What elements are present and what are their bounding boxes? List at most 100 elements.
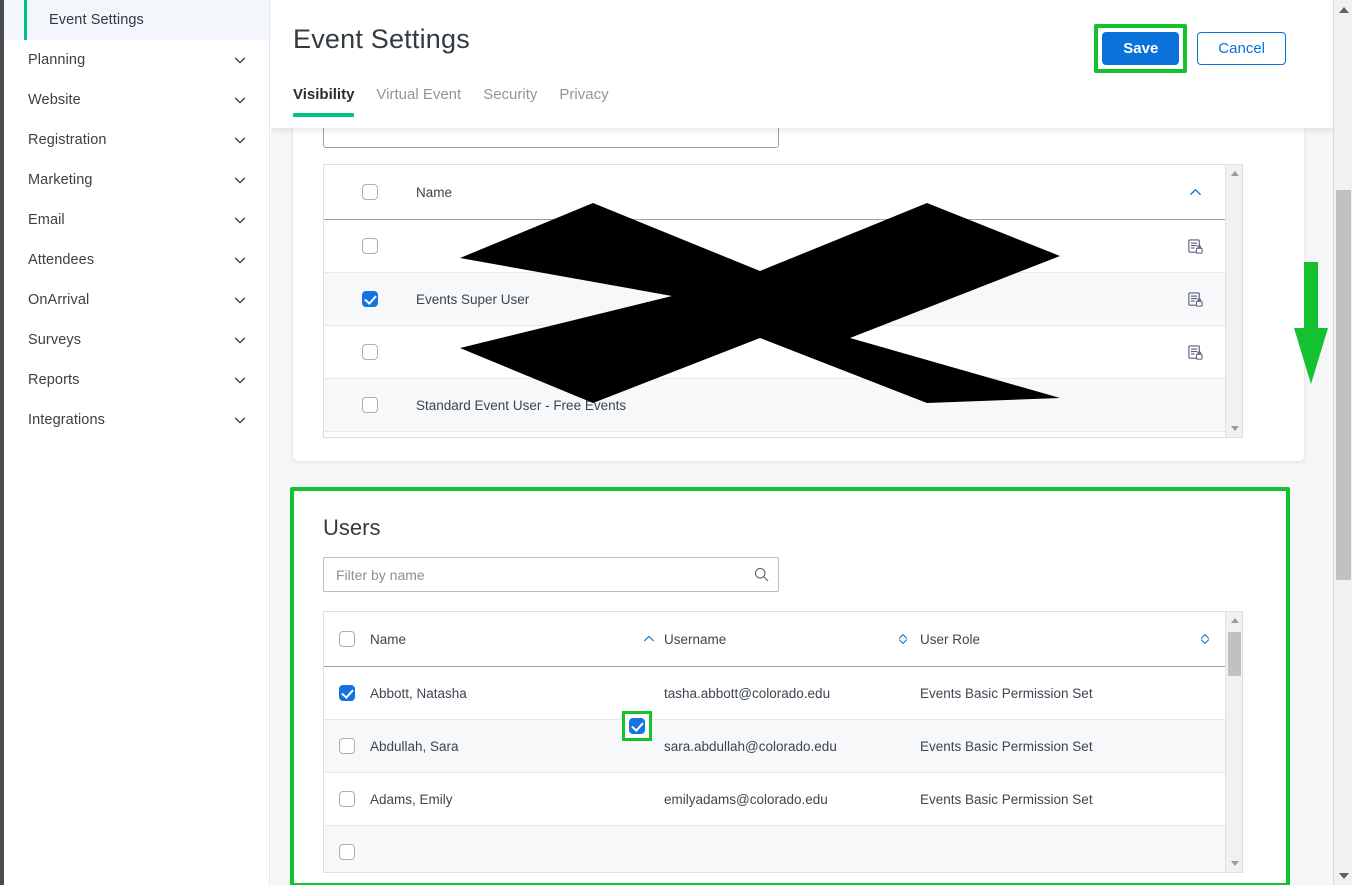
- search-icon[interactable]: [744, 566, 778, 583]
- chevron-down-icon: [233, 253, 247, 267]
- settings-scroll-content: Name Events Super User Standard Event Us…: [271, 86, 1333, 885]
- users-select-all-cell: [324, 631, 370, 647]
- locked-list-icon[interactable]: [1165, 344, 1225, 361]
- sort-both-icon[interactable]: [1185, 632, 1225, 646]
- browser-scrollbar-thumb[interactable]: [1336, 190, 1351, 580]
- tab-visibility[interactable]: Visibility: [293, 86, 355, 117]
- page-title: Event Settings: [293, 24, 470, 54]
- row-checkbox[interactable]: [362, 344, 378, 360]
- scroll-up-arrow[interactable]: [1226, 165, 1242, 182]
- roles-table: Name Events Super User Standard Event Us…: [323, 164, 1243, 438]
- roles-select-all-checkbox[interactable]: [362, 184, 378, 200]
- table-row[interactable]: [324, 826, 1225, 872]
- sidebar-item-event-settings[interactable]: Event Settings: [4, 0, 269, 40]
- table-row[interactable]: Abdullah, Sara sara.abdullah@colorado.ed…: [324, 720, 1225, 773]
- table-row[interactable]: Abbott, Natasha tasha.abbott@colorado.ed…: [324, 667, 1225, 720]
- scroll-up-arrow[interactable]: [1226, 612, 1242, 629]
- tab-virtual-event[interactable]: Virtual Event: [376, 86, 461, 117]
- roles-col-name-header[interactable]: Name: [416, 185, 736, 200]
- chevron-up-icon[interactable]: [642, 632, 664, 646]
- table-row[interactable]: Standard Event User - Free Events: [324, 379, 1225, 432]
- user-username: emilyadams@colorado.edu: [664, 791, 828, 807]
- sidebar-item-email[interactable]: Email: [4, 200, 269, 240]
- users-table: Name Username User Role Abbott, Natasha …: [323, 611, 1243, 873]
- row-checkbox-cell: [324, 685, 370, 701]
- header-actions: Save Cancel: [1094, 24, 1286, 73]
- sidebar-item-label: Event Settings: [49, 12, 144, 28]
- browser-scrollbar[interactable]: [1333, 0, 1352, 885]
- row-checkbox[interactable]: [362, 291, 378, 307]
- users-section-title: Users: [323, 515, 381, 540]
- locked-list-icon[interactable]: [1165, 238, 1225, 255]
- cancel-button[interactable]: Cancel: [1197, 32, 1286, 65]
- chevron-up-icon[interactable]: [1165, 185, 1225, 200]
- tab-security[interactable]: Security: [483, 86, 537, 117]
- browser-scroll-down-arrow[interactable]: [1334, 866, 1352, 885]
- row-checkbox[interactable]: [339, 791, 355, 807]
- row-checkbox-cell: [324, 238, 416, 254]
- table-row[interactable]: Adams, Emily emilyadams@colorado.edu Eve…: [324, 773, 1225, 826]
- user-role: Events Basic Permission Set: [920, 738, 1093, 754]
- sidebar-item-label: OnArrival: [28, 292, 90, 308]
- save-button-highlight: Save: [1094, 24, 1188, 73]
- sidebar-item-reports[interactable]: Reports: [4, 360, 269, 400]
- save-button[interactable]: Save: [1102, 32, 1180, 65]
- locked-list-icon[interactable]: [1165, 291, 1225, 308]
- table-row[interactable]: [324, 220, 1225, 273]
- sidebar-item-marketing[interactable]: Marketing: [4, 160, 269, 200]
- sort-both-icon[interactable]: [896, 632, 920, 646]
- user-username: sara.abdullah@colorado.edu: [664, 738, 837, 754]
- user-role: Events Basic Permission Set: [920, 791, 1093, 807]
- app-window: Event Settings Planning Website Registra…: [0, 0, 1352, 885]
- row-checkbox-cell: [324, 791, 370, 807]
- row-checkbox-cell: [324, 344, 416, 360]
- users-col-role-header[interactable]: User Role: [920, 632, 1185, 647]
- users-filter-box[interactable]: [323, 557, 779, 592]
- users-select-all-checkbox[interactable]: [339, 631, 355, 647]
- row-checkbox[interactable]: [339, 844, 355, 860]
- sidebar-item-surveys[interactable]: Surveys: [4, 320, 269, 360]
- users-card: Users Filter by name Name Username User …: [293, 490, 1287, 884]
- users-table-scrollbar[interactable]: [1225, 612, 1242, 872]
- table-row[interactable]: Events Super User: [324, 273, 1225, 326]
- settings-tabs: Visibility Virtual Event Security Privac…: [293, 86, 609, 117]
- row-checkbox[interactable]: [339, 738, 355, 754]
- row-checkbox[interactable]: [362, 397, 378, 413]
- row-checkbox-highlighted[interactable]: [629, 718, 645, 734]
- scroll-down-arrow[interactable]: [1226, 855, 1242, 872]
- roles-table-scrollbar[interactable]: [1225, 165, 1242, 437]
- first-user-checkbox-highlight: [622, 711, 652, 741]
- sidebar-item-label: Integrations: [28, 412, 105, 428]
- chevron-down-icon: [233, 293, 247, 307]
- row-checkbox-cell: [324, 844, 370, 860]
- role-name: Events Super User: [416, 291, 530, 307]
- row-checkbox[interactable]: [362, 238, 378, 254]
- search-input[interactable]: [324, 566, 744, 583]
- user-role: Events Basic Permission Set: [920, 685, 1093, 701]
- sidebar-item-registration[interactable]: Registration: [4, 120, 269, 160]
- active-accent-bar: [24, 0, 27, 40]
- users-col-username-header[interactable]: Username: [664, 632, 896, 647]
- users-col-name-header[interactable]: Name: [370, 632, 642, 647]
- row-checkbox-cell: [324, 291, 416, 307]
- roles-table-header-row: Name: [324, 165, 1225, 220]
- scrollbar-thumb[interactable]: [1228, 632, 1241, 676]
- sidebar-item-website[interactable]: Website: [4, 80, 269, 120]
- page-header: Event Settings Save Cancel Visibility Vi…: [271, 0, 1333, 128]
- sidebar-item-label: Website: [28, 92, 81, 108]
- sidebar-item-planning[interactable]: Planning: [4, 40, 269, 80]
- sidebar-item-onarrival[interactable]: OnArrival: [4, 280, 269, 320]
- scroll-down-arrow[interactable]: [1226, 420, 1242, 437]
- roles-select-all-cell: [324, 184, 416, 200]
- table-row[interactable]: [324, 326, 1225, 379]
- browser-scroll-up-arrow[interactable]: [1334, 0, 1352, 19]
- sidebar-item-label: Reports: [28, 372, 80, 388]
- row-checkbox[interactable]: [339, 685, 355, 701]
- sidebar-item-integrations[interactable]: Integrations: [4, 400, 269, 440]
- sidebar-item-label: Marketing: [28, 172, 93, 188]
- sidebar-item-attendees[interactable]: Attendees: [4, 240, 269, 280]
- chevron-down-icon: [233, 173, 247, 187]
- row-checkbox-cell: [324, 397, 416, 413]
- tab-privacy[interactable]: Privacy: [559, 86, 608, 117]
- main-content-area: Name Events Super User Standard Event Us…: [271, 0, 1333, 885]
